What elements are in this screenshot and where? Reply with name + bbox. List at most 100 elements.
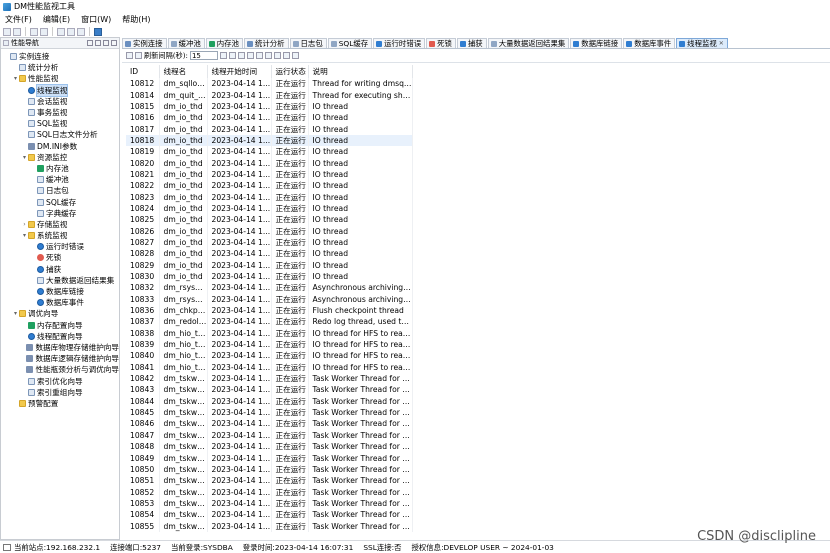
table-row[interactable]: 10827 dm_io_thd 2023-04-14 1... 正在运行 IO thre… — [126, 236, 413, 249]
tree-item[interactable]: 数据库逻辑存储维护向导 — [1, 353, 119, 364]
tree-item[interactable]: 数据库物理存储维护向导 — [1, 342, 119, 353]
tree-item[interactable]: 数据库链接 — [1, 286, 119, 297]
editor-tab[interactable]: 数据库链接 — [570, 38, 623, 48]
tree-item[interactable]: 日志包 — [1, 185, 119, 196]
tree-item[interactable]: 内存池 — [1, 163, 119, 174]
table-row[interactable]: 10847 dm_tskwrk... 2023-04-14 1... 正在运行 Task… — [126, 429, 413, 441]
pause-icon[interactable] — [237, 52, 245, 59]
paste-icon[interactable] — [40, 27, 48, 36]
table-row[interactable]: 10840 dm_hio_thd 2023-04-14 1... 正在运行 IO thr… — [126, 350, 413, 362]
tree-item[interactable]: 捕获 — [1, 264, 119, 275]
table-row[interactable]: 10819 dm_io_thd 2023-04-14 1... 正在运行 IO thre… — [126, 146, 413, 158]
tree-item[interactable]: 统计分析 — [1, 62, 119, 73]
columns-icon[interactable] — [273, 52, 281, 59]
tree-item[interactable]: SQL日志文件分析 — [1, 129, 119, 140]
table-row[interactable]: 10828 dm_io_thd 2023-04-14 1... 正在运行 IO thre… — [126, 248, 413, 260]
editor-tab[interactable]: 数据库事件 — [623, 38, 676, 48]
menu-window[interactable]: 窗口(W) — [76, 14, 117, 25]
expand-toggle-icon[interactable]: ▾ — [12, 75, 19, 82]
column-header-start-time[interactable]: 线程开始时间 — [207, 65, 272, 78]
table-row[interactable]: 10843 dm_tskwrk... 2023-04-14 1... 正在运行 Task… — [126, 384, 413, 396]
tree-item[interactable]: 事务监视 — [1, 107, 119, 118]
tree-item[interactable]: DM.INI参数 — [1, 141, 119, 152]
export-icon[interactable] — [246, 52, 254, 59]
tree-item[interactable]: 大量数据返回结果集 — [1, 275, 119, 286]
editor-tab[interactable]: SQL缓存 — [327, 38, 373, 48]
table-row[interactable]: 10838 dm_hio_thd 2023-04-14 1... 正在运行 IO thr… — [126, 327, 413, 339]
editor-tab[interactable]: 统计分析 — [243, 38, 289, 48]
table-row[interactable]: 10833 dm_rsyswr... 2023-04-14 1... 正在运行 Asyn… — [126, 293, 413, 305]
editor-tab[interactable]: 缓冲池 — [167, 38, 205, 48]
tree-item[interactable]: ▾ 性能监视 — [1, 73, 119, 84]
table-row[interactable]: 10814 dm_quit_t... 2023-04-14 1... 正在运行 Thre… — [126, 89, 413, 101]
editor-tab[interactable]: 捕获 — [456, 38, 487, 48]
tree-item[interactable]: 线程配置向导 — [1, 331, 119, 342]
settings-icon[interactable] — [264, 52, 272, 59]
table-row[interactable]: 10829 dm_io_thd 2023-04-14 1... 正在运行 IO thre… — [126, 259, 413, 271]
tree-item[interactable]: SQL监视 — [1, 118, 119, 129]
table-row[interactable]: 10818 dm_io_thd 2023-04-14 1... 正在运行 IO thre… — [126, 134, 413, 147]
column-header-id[interactable]: ID — [126, 65, 160, 78]
expand-toggle-icon[interactable]: ▾ — [21, 232, 28, 239]
filter-icon[interactable] — [126, 52, 133, 59]
table-row[interactable]: 10824 dm_io_thd 2023-04-14 1... 正在运行 IO thre… — [126, 202, 413, 215]
tree-item[interactable]: ▾ 资源监控 — [1, 152, 119, 163]
back-icon[interactable] — [57, 27, 65, 36]
new-icon[interactable] — [3, 27, 11, 36]
tree-item[interactable]: 性能瓶颈分析与调优向导 — [1, 364, 119, 375]
expand-toggle-icon[interactable]: ▾ — [12, 310, 19, 317]
menu-help[interactable]: 帮助(H) — [117, 14, 156, 25]
editor-tab[interactable]: 运行时错误 — [373, 38, 426, 48]
tree-item[interactable]: 内存配置向导 — [1, 320, 119, 331]
table-row[interactable]: 10855 dm_tskwrk... 2023-04-14 1... 正在运行 Task… — [126, 520, 413, 532]
editor-tab[interactable]: 内存池 — [205, 38, 243, 48]
table-row[interactable]: 10825 dm_io_thd 2023-04-14 1... 正在运行 IO thre… — [126, 214, 413, 226]
table-row[interactable]: 10844 dm_tskwrk... 2023-04-14 1... 正在运行 Task… — [126, 395, 413, 407]
column-header-status[interactable]: 运行状态 — [271, 65, 309, 78]
tree-item[interactable]: ▾ 系统监视 — [1, 230, 119, 241]
expand-toggle-icon[interactable]: › — [21, 221, 28, 228]
tree-item[interactable]: 数据库事件 — [1, 297, 119, 308]
tree-item[interactable]: 索引重组向导 — [1, 387, 119, 398]
table-row[interactable]: 10848 dm_tskwrk... 2023-04-14 1... 正在运行 Task… — [126, 441, 413, 453]
clear-icon[interactable] — [291, 52, 299, 59]
tree-item[interactable]: 线程监视 — [1, 83, 119, 97]
table-row[interactable]: 10836 dm_chkpn... 2023-04-14 1... 正在运行 Flush… — [126, 304, 413, 317]
dropdown-icon[interactable] — [219, 52, 227, 59]
tree-item[interactable]: 死锁 — [1, 252, 119, 263]
tree-item[interactable]: › 存储监视 — [1, 219, 119, 230]
editor-tab[interactable]: 日志包 — [289, 38, 327, 48]
editor-tab[interactable]: 大量数据返回结果集 — [487, 38, 570, 48]
table-row[interactable]: 10817 dm_io_thd 2023-04-14 1... 正在运行 IO thre… — [126, 123, 413, 135]
editor-tab[interactable]: 实例连接 — [122, 38, 167, 48]
table-row[interactable]: 10812 dm_sqllog... 2023-04-14 1... 正在运行 Thre… — [126, 78, 413, 90]
table-row[interactable]: 10850 dm_tskwrk... 2023-04-14 1... 正在运行 Task… — [126, 463, 413, 476]
tree-item[interactable]: 运行时错误 — [1, 241, 119, 252]
refresh-icon[interactable] — [228, 52, 236, 59]
collapse-all-icon[interactable] — [87, 40, 93, 46]
minimize-icon[interactable] — [111, 40, 117, 46]
tree-item[interactable]: 索引优化向导 — [1, 375, 119, 386]
menu-file[interactable]: 文件(F) — [0, 14, 38, 25]
table-row[interactable]: 10823 dm_io_thd 2023-04-14 1... 正在运行 IO thre… — [126, 191, 413, 203]
table-row[interactable]: 10832 dm_rsyswr... 2023-04-14 1... 正在运行 Asyn… — [126, 282, 413, 294]
table-row[interactable]: 10853 dm_tskwrk... 2023-04-14 1... 正在运行 Task… — [126, 497, 413, 510]
refresh-toggle-icon[interactable] — [135, 52, 142, 59]
refresh-interval-select[interactable]: 15 — [189, 51, 218, 60]
table-row[interactable]: 10837 dm_redolo... 2023-04-14 1... 正在运行 Redo… — [126, 316, 413, 328]
table-row[interactable]: 10849 dm_tskwrk... 2023-04-14 1... 正在运行 Task… — [126, 452, 413, 464]
copy-icon[interactable] — [30, 27, 38, 36]
print-icon[interactable] — [77, 27, 85, 36]
column-header-thread-name[interactable]: 线程名 — [159, 65, 208, 78]
column-header-description[interactable]: 说明 — [308, 65, 413, 78]
tree-item[interactable]: 缓冲池 — [1, 174, 119, 185]
menu-edit[interactable]: 编辑(E) — [38, 14, 76, 25]
table-row[interactable]: 10841 dm_hio_thd 2023-04-14 1... 正在运行 IO thr… — [126, 361, 413, 373]
table-row[interactable]: 10845 dm_tskwrk... 2023-04-14 1... 正在运行 Task… — [126, 406, 413, 419]
table-row[interactable]: 10816 dm_io_thd 2023-04-14 1... 正在运行 IO thre… — [126, 112, 413, 124]
table-row[interactable]: 10826 dm_io_thd 2023-04-14 1... 正在运行 IO thre… — [126, 225, 413, 237]
forward-icon[interactable] — [67, 27, 75, 36]
table-row[interactable]: 10852 dm_tskwrk... 2023-04-14 1... 正在运行 Task… — [126, 486, 413, 498]
tree-item[interactable]: ▾ 调优向导 — [1, 308, 119, 319]
chart-icon[interactable] — [255, 52, 263, 59]
